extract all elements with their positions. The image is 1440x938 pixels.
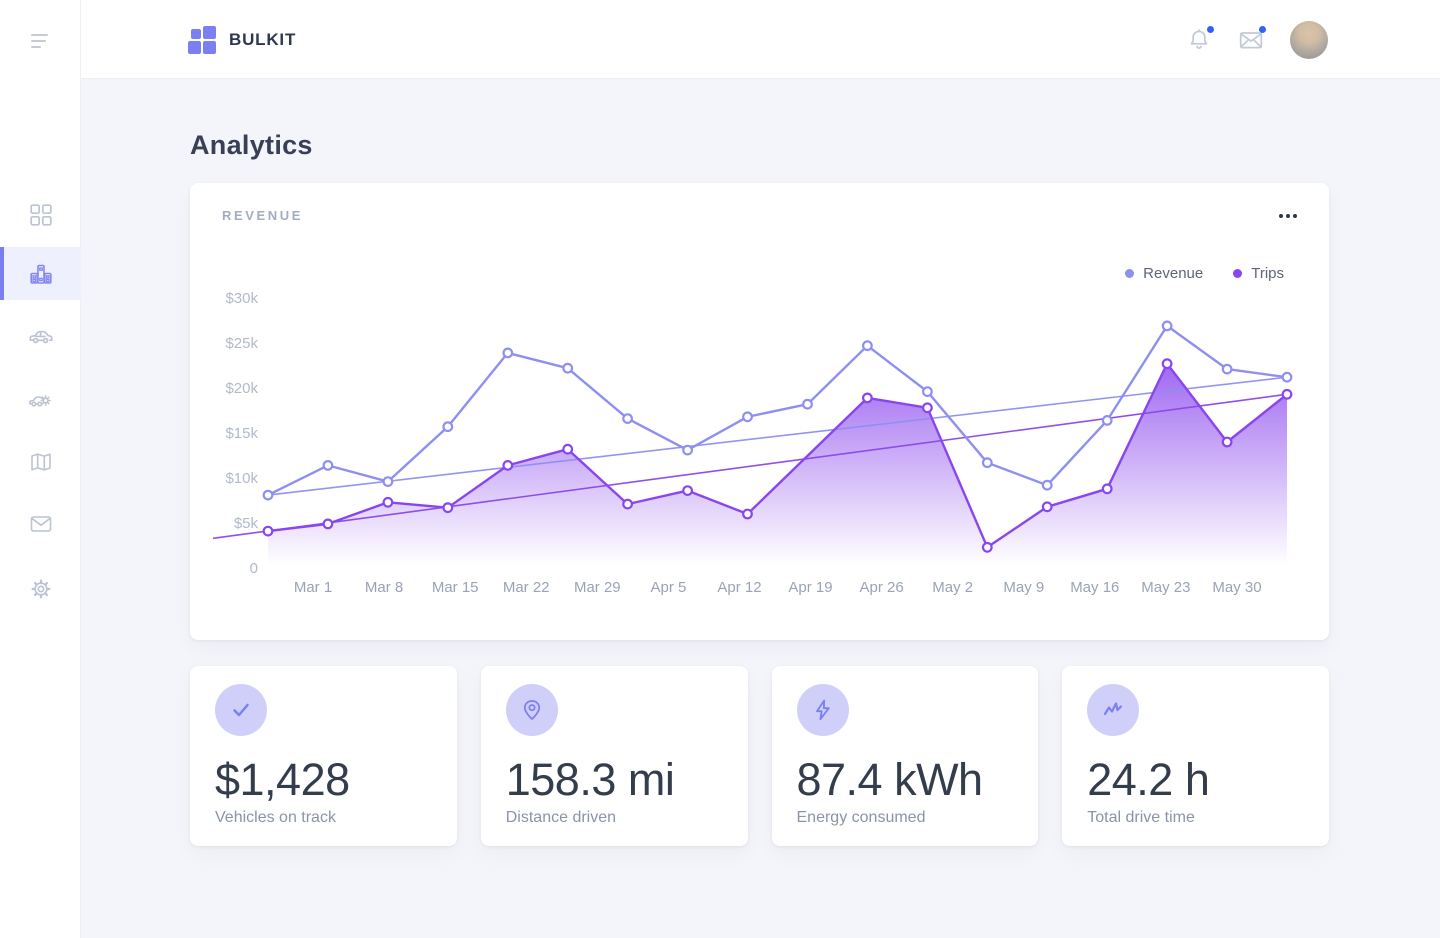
legend-item-revenue[interactable]: Revenue <box>1125 265 1203 282</box>
stat-value: 158.3 mi <box>506 756 748 803</box>
svg-text:Mar 22: Mar 22 <box>503 579 550 596</box>
svg-text:$25k: $25k <box>225 335 258 352</box>
menu-toggle-button[interactable] <box>0 15 81 67</box>
sidebar-item-analytics[interactable] <box>0 247 81 300</box>
map-pin-icon <box>519 697 545 723</box>
stat-label: Vehicles on track <box>215 809 457 827</box>
svg-text:$20k: $20k <box>225 380 258 397</box>
ellipsis-menu-button[interactable] <box>1277 208 1299 224</box>
brand: BULKIT <box>188 26 296 54</box>
stat-card-vehicles: $1,428 Vehicles on track <box>190 666 457 846</box>
svg-text:May 16: May 16 <box>1070 579 1119 596</box>
messages-button[interactable] <box>1238 27 1264 53</box>
sidebar-item-settings[interactable] <box>0 562 81 615</box>
bar-chart-icon <box>29 262 53 286</box>
stat-card-energy: 87.4 kWh Energy consumed <box>772 666 1039 846</box>
sidebar <box>0 0 81 938</box>
svg-text:Apr 26: Apr 26 <box>859 579 903 596</box>
svg-text:Apr 19: Apr 19 <box>788 579 832 596</box>
svg-text:May 2: May 2 <box>932 579 973 596</box>
activity-icon <box>1100 697 1126 723</box>
revenue-chart-card: REVENUE Revenue Trips 0 $5k $10k $15k $20k $2… <box>190 183 1329 640</box>
stat-icon-circle <box>797 684 849 736</box>
sidebar-item-map[interactable] <box>0 436 81 489</box>
notification-badge <box>1207 26 1214 33</box>
svg-text:Apr 5: Apr 5 <box>650 579 686 596</box>
stat-value: $1,428 <box>215 756 457 803</box>
gear-icon <box>29 577 53 601</box>
stat-icon-circle <box>215 684 267 736</box>
page-title: Analytics <box>190 130 1329 161</box>
car-icon <box>28 323 53 348</box>
stat-label: Energy consumed <box>797 809 1039 827</box>
topbar-actions <box>1186 0 1328 79</box>
sidebar-item-dashboard[interactable] <box>0 188 81 241</box>
topbar: BULKIT <box>0 0 1440 79</box>
notifications-button[interactable] <box>1186 27 1212 53</box>
grid-icon <box>30 204 52 226</box>
sidebar-item-vehicles[interactable] <box>0 309 81 362</box>
stat-value: 87.4 kWh <box>797 756 1039 803</box>
message-badge <box>1259 26 1266 33</box>
svg-text:Mar 1: Mar 1 <box>294 579 332 596</box>
legend-item-trips[interactable]: Trips <box>1233 265 1284 282</box>
stat-label: Total drive time <box>1087 809 1329 827</box>
svg-text:May 9: May 9 <box>1003 579 1044 596</box>
stat-icon-circle <box>1087 684 1139 736</box>
trips-dot-icon <box>1233 269 1242 278</box>
svg-text:May 23: May 23 <box>1141 579 1190 596</box>
chart-legend: Revenue Trips <box>1125 265 1284 282</box>
mail-icon <box>29 512 53 536</box>
svg-text:Mar 29: Mar 29 <box>574 579 621 596</box>
legend-label: Trips <box>1251 265 1284 282</box>
revenue-dot-icon <box>1125 269 1134 278</box>
bolt-icon <box>810 697 836 723</box>
stat-icon-circle <box>506 684 558 736</box>
check-icon <box>228 697 254 723</box>
svg-text:$10k: $10k <box>225 470 258 487</box>
sidebar-item-service[interactable] <box>0 372 81 425</box>
svg-text:Mar 15: Mar 15 <box>432 579 479 596</box>
bulkit-logo-icon <box>188 26 216 54</box>
svg-text:May 30: May 30 <box>1212 579 1261 596</box>
stats-row: $1,428 Vehicles on track 158.3 mi Distan… <box>190 666 1329 846</box>
stat-card-drive-time: 24.2 h Total drive time <box>1062 666 1329 846</box>
stat-label: Distance driven <box>506 809 748 827</box>
svg-text:0: 0 <box>250 560 258 577</box>
map-icon <box>29 451 53 475</box>
svg-text:$5k: $5k <box>234 515 259 532</box>
legend-label: Revenue <box>1143 265 1203 282</box>
sidebar-item-messages[interactable] <box>0 497 81 550</box>
svg-text:$30k: $30k <box>225 290 258 307</box>
main-area: Analytics REVENUE Revenue Trips 0 $5k $10k… <box>81 79 1440 938</box>
stat-value: 24.2 h <box>1087 756 1329 803</box>
svg-text:Apr 12: Apr 12 <box>717 579 761 596</box>
svg-text:Mar 8: Mar 8 <box>365 579 403 596</box>
chart-title: REVENUE <box>222 208 303 223</box>
svg-text:$15k: $15k <box>225 425 258 442</box>
avatar[interactable] <box>1290 21 1328 59</box>
car-service-icon <box>28 386 53 411</box>
stat-card-distance: 158.3 mi Distance driven <box>481 666 748 846</box>
brand-name: BULKIT <box>229 30 296 50</box>
revenue-line-chart[interactable]: 0 $5k $10k $15k $20k $25k $30k Mar 1 Mar 8 Mar 15… <box>190 183 1329 640</box>
